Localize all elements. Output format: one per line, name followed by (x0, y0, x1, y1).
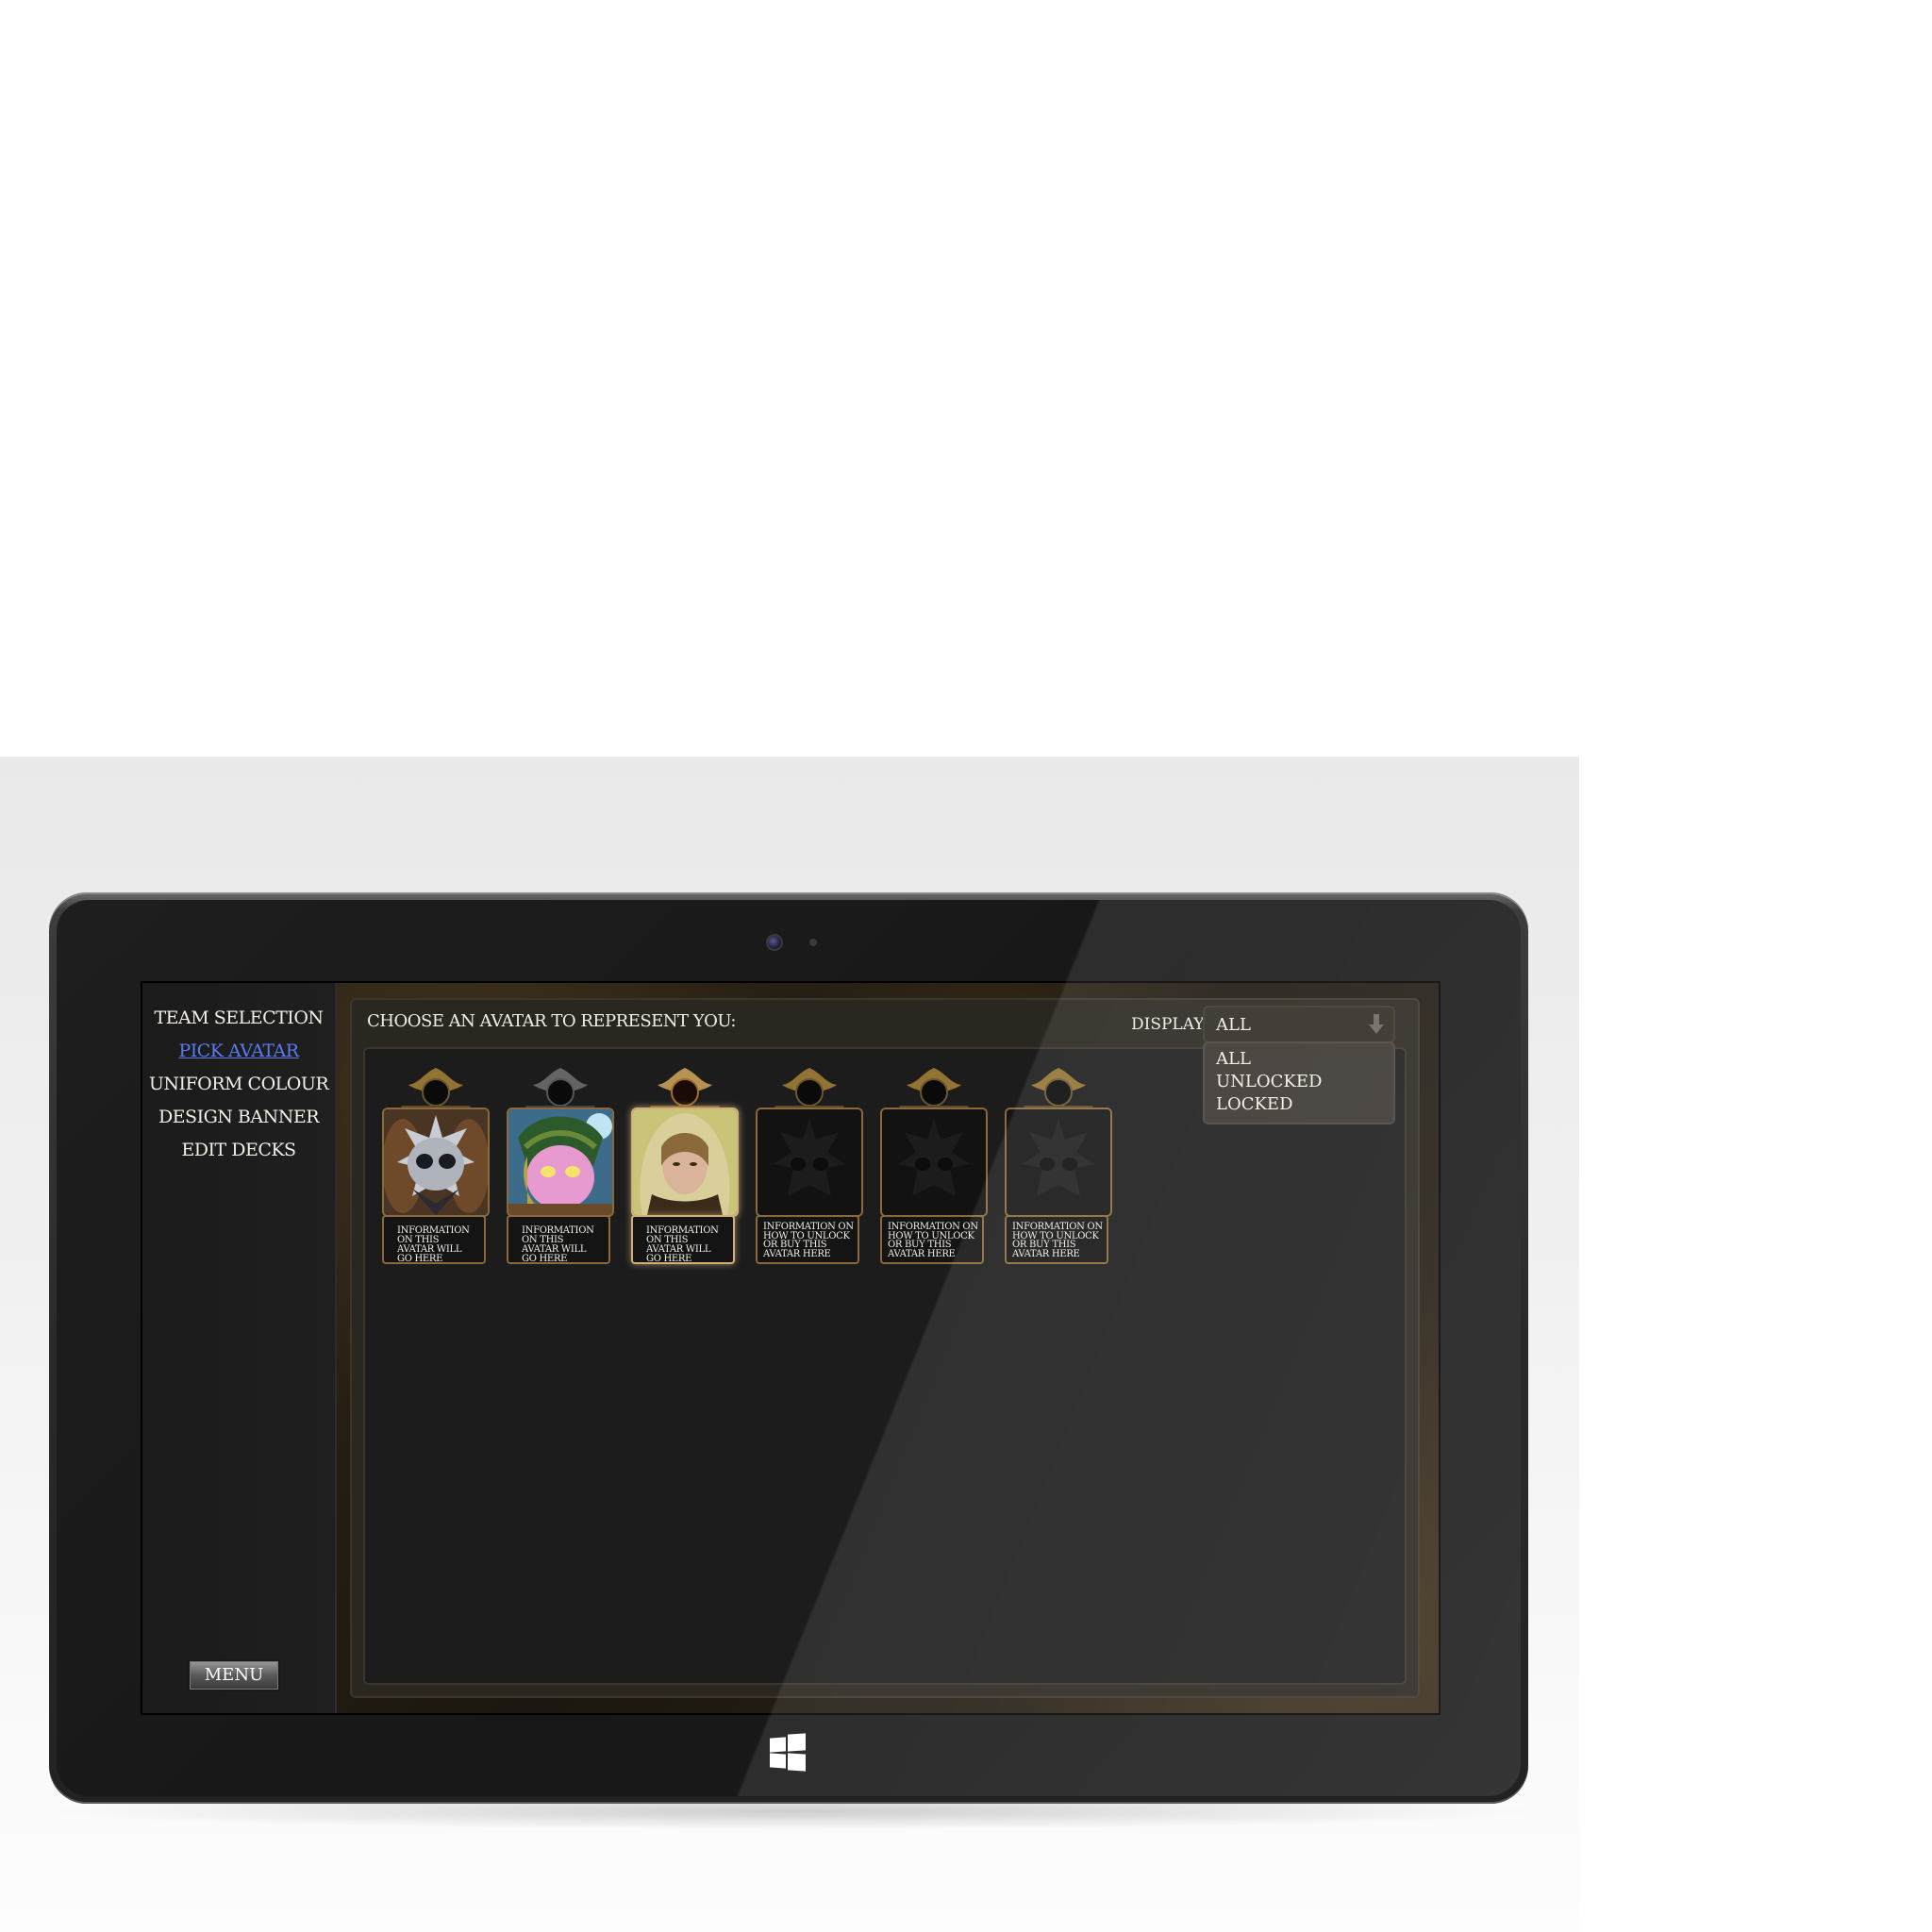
avatar-info: INFORMATION ON THIS AVATAR WILL GO HERE (507, 1215, 610, 1264)
sidebar-item-design-banner[interactable]: DESIGN BANNER (142, 1107, 335, 1127)
avatar-card[interactable]: INFORMATION ON THIS AVATAR WILL GO HERE (507, 1064, 614, 1272)
main-frame: CHOOSE AN AVATAR TO REPRESENT YOU: DISPL… (337, 983, 1439, 1713)
avatar-info: INFORMATION ON HOW TO UNLOCK OR BUY THIS… (756, 1215, 859, 1264)
arrow-down-icon (1369, 1014, 1384, 1035)
display-filter-dropdown: ALL UNLOCKED LOCKED (1203, 1041, 1395, 1124)
locked-silhouette (756, 1108, 863, 1217)
menu-button[interactable]: MENU (188, 1659, 280, 1691)
crest-ornament-icon (401, 1068, 471, 1113)
dropdown-option-unlocked[interactable]: UNLOCKED (1216, 1072, 1322, 1091)
armored-warrior-portrait (382, 1108, 490, 1217)
avatar-info: INFORMATION ON HOW TO UNLOCK OR BUY THIS… (880, 1215, 984, 1264)
sidebar-item-uniform-colour[interactable]: UNIFORM COLOUR (142, 1074, 335, 1094)
display-filter-value: ALL (1216, 1015, 1251, 1035)
avatar-card-locked[interactable]: INFORMATION ON HOW TO UNLOCK OR BUY THIS… (880, 1064, 988, 1272)
hooded-woman-portrait (631, 1108, 739, 1217)
avatar-info: INFORMATION ON THIS AVATAR WILL GO HERE (382, 1215, 486, 1264)
camera-icon (766, 934, 783, 951)
avatar-card[interactable]: INFORMATION ON THIS AVATAR WILL GO HERE (382, 1064, 490, 1272)
crest-ornament-icon (525, 1068, 595, 1113)
windows-logo-icon[interactable] (770, 1733, 806, 1772)
avatar-card-locked[interactable]: INFORMATION ON HOW TO UNLOCK OR BUY THIS… (756, 1064, 863, 1272)
sidebar: TEAM SELECTION PICK AVATAR UNIFORM COLOU… (142, 983, 337, 1713)
avatar-grid: INFORMATION ON THIS AVATAR WILL GO HERE (363, 1047, 1407, 1685)
display-label: DISPLAY: (1131, 1015, 1208, 1034)
screen: TEAM SELECTION PICK AVATAR UNIFORM COLOU… (141, 981, 1441, 1715)
tablet-device: TEAM SELECTION PICK AVATAR UNIFORM COLOU… (49, 892, 1528, 1804)
crest-ornament-icon (1024, 1068, 1093, 1113)
locked-silhouette (880, 1108, 988, 1217)
avatar-card-locked[interactable]: INFORMATION ON HOW TO UNLOCK OR BUY THIS… (1005, 1064, 1112, 1272)
sidebar-item-team-selection[interactable]: TEAM SELECTION (142, 1008, 335, 1028)
avatar-card-selected[interactable]: INFORMATION ON THIS AVATAR WILL GO HERE (631, 1064, 739, 1272)
dropdown-option-locked[interactable]: LOCKED (1216, 1094, 1293, 1114)
display-filter-select[interactable]: ALL (1203, 1006, 1395, 1043)
tablet-bezel: TEAM SELECTION PICK AVATAR UNIFORM COLOU… (57, 900, 1521, 1796)
crest-ornament-icon (774, 1068, 844, 1113)
avatar-panel: CHOOSE AN AVATAR TO REPRESENT YOU: DISPL… (350, 998, 1420, 1698)
dropdown-option-all[interactable]: ALL (1216, 1049, 1251, 1069)
locked-silhouette (1005, 1108, 1112, 1217)
crest-ornament-icon (650, 1068, 720, 1113)
avatar-info: INFORMATION ON THIS AVATAR WILL GO HERE (631, 1215, 735, 1264)
sidebar-item-edit-decks[interactable]: EDIT DECKS (142, 1140, 335, 1160)
forest-creature-portrait (507, 1108, 614, 1217)
light-sensor (809, 939, 817, 946)
crest-ornament-icon (899, 1068, 969, 1113)
sidebar-item-pick-avatar[interactable]: PICK AVATAR (142, 1041, 335, 1061)
page-title: CHOOSE AN AVATAR TO REPRESENT YOU: (367, 1011, 737, 1031)
avatar-info: INFORMATION ON HOW TO UNLOCK OR BUY THIS… (1005, 1215, 1108, 1264)
